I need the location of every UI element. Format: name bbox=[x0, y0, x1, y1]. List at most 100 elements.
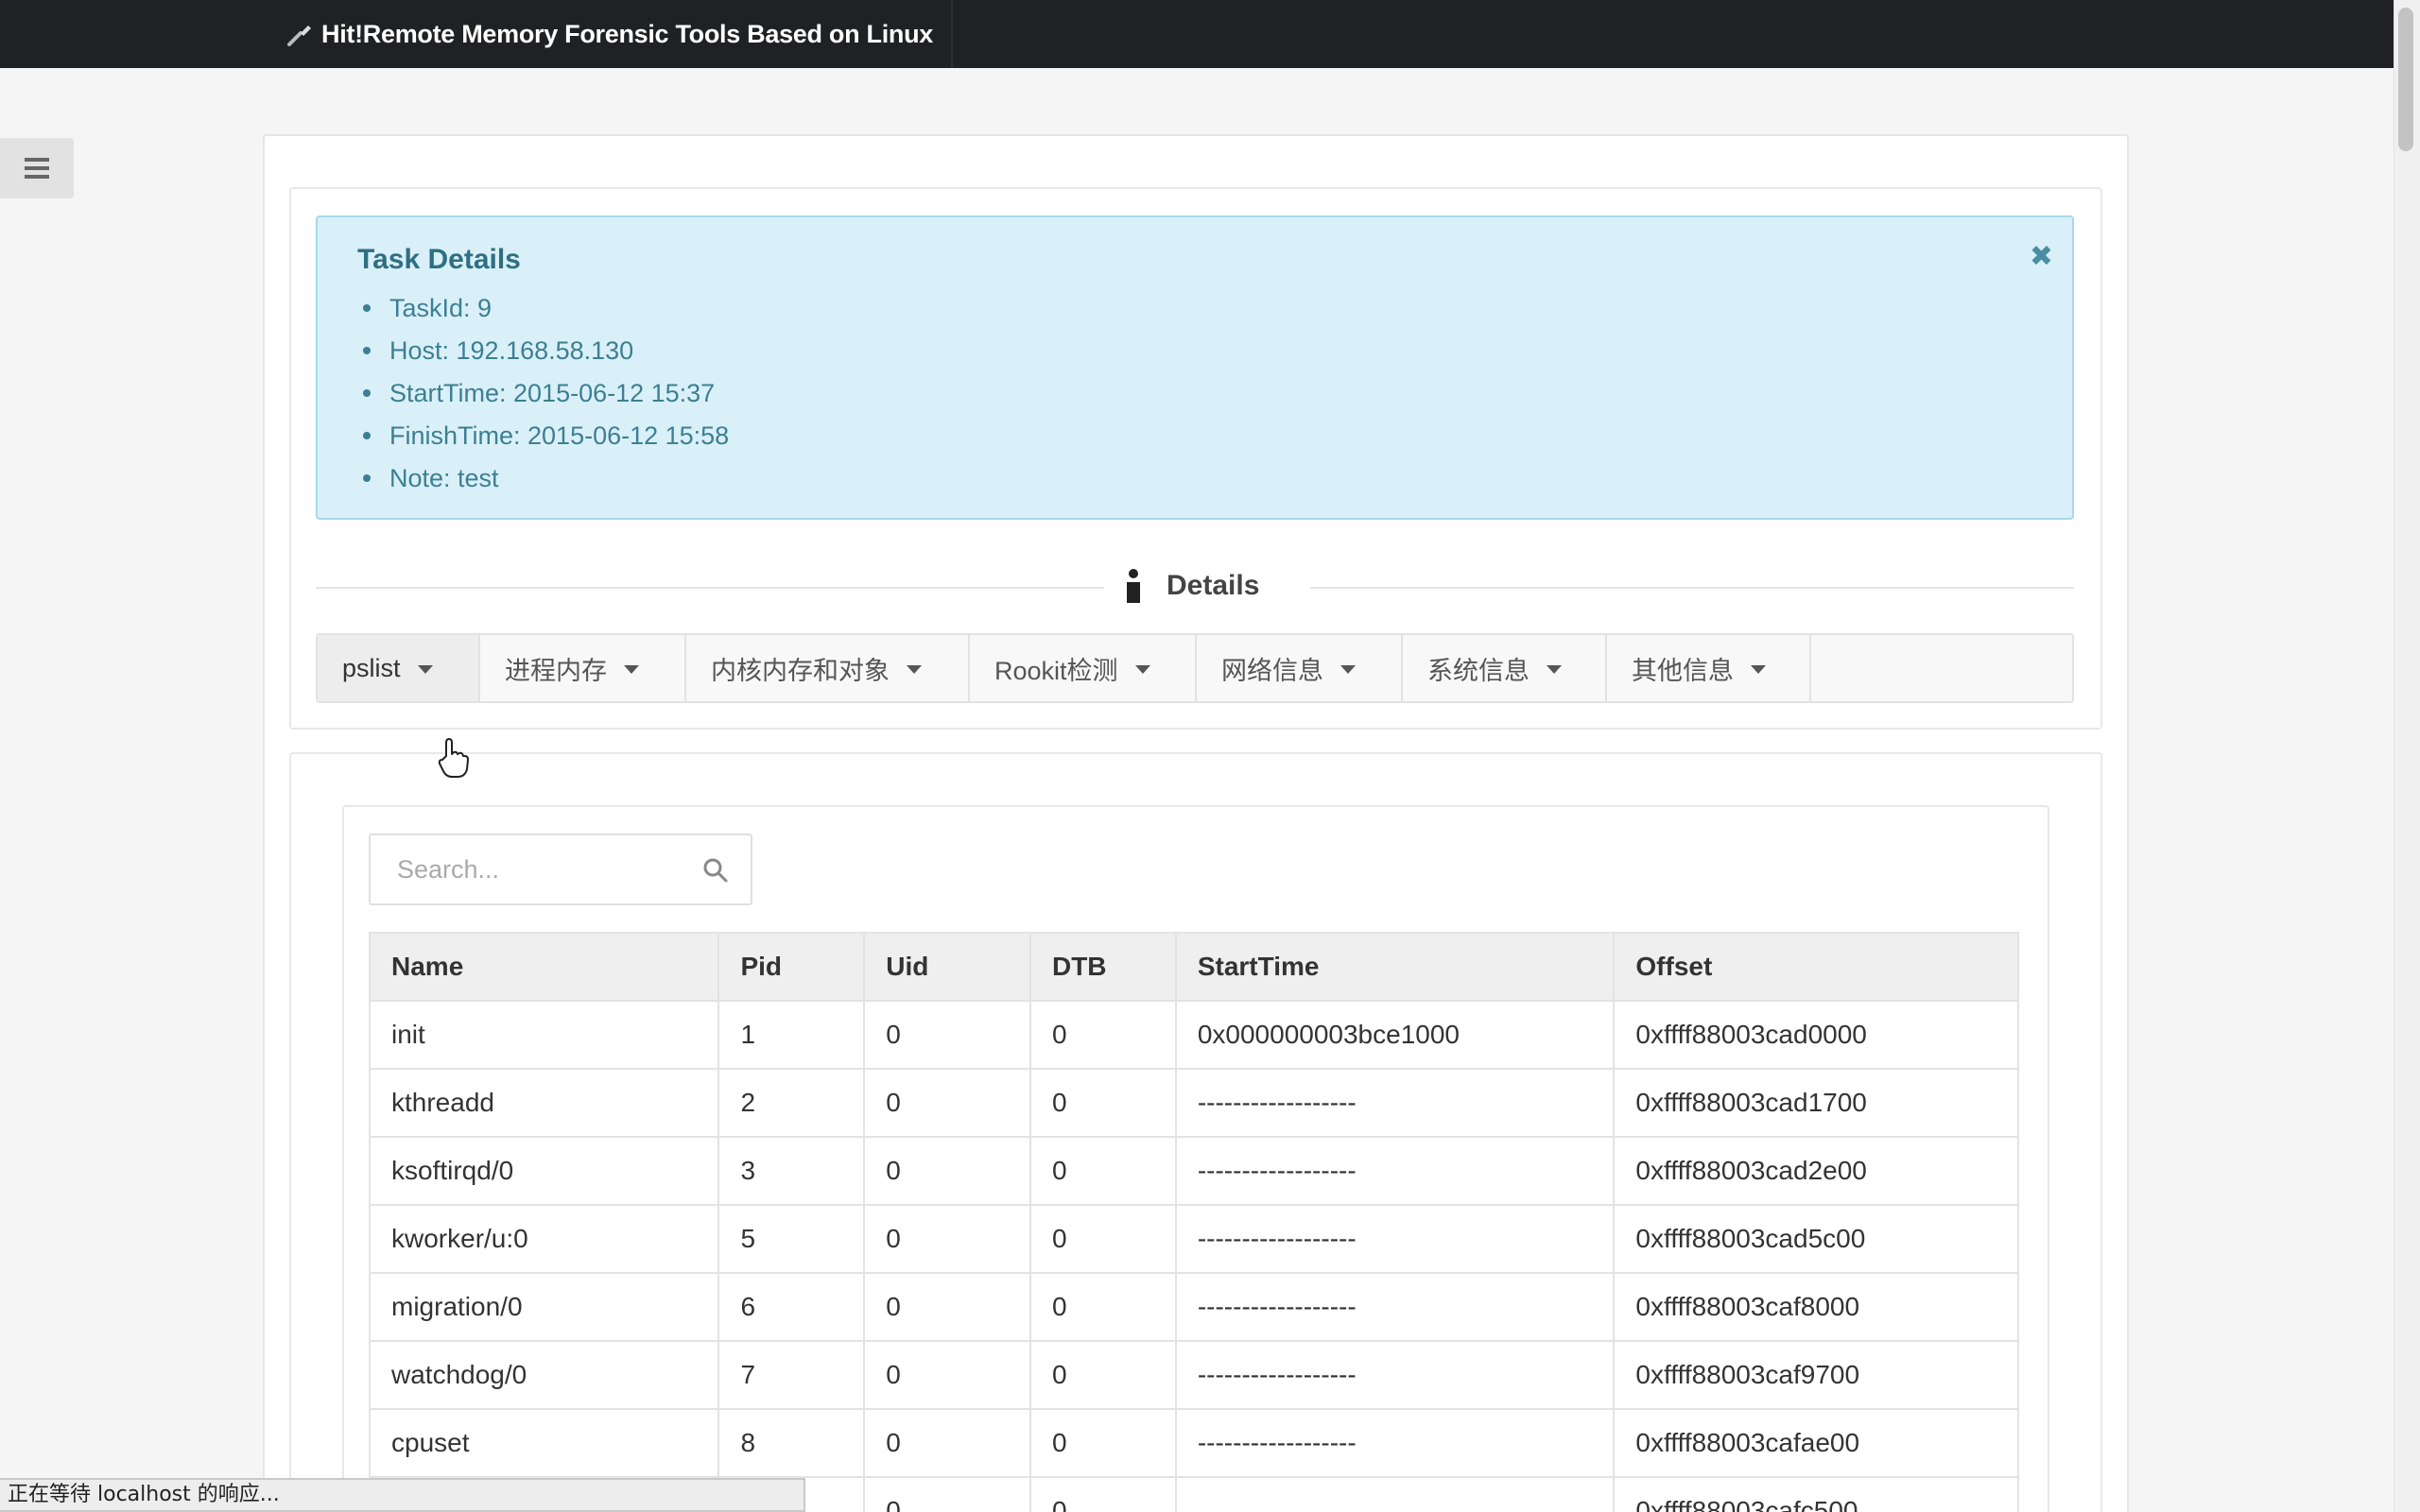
column-header-offset[interactable]: Offset bbox=[1613, 932, 2019, 1002]
tab-pslist[interactable]: pslist bbox=[318, 635, 480, 701]
task-note-item: Note: test bbox=[357, 461, 729, 504]
tab-rootkit-detection[interactable]: Rookit检测 bbox=[970, 635, 1197, 701]
cell-dtb: 0 bbox=[1028, 1136, 1177, 1206]
hand-pointer-icon bbox=[438, 738, 469, 778]
cell-offset: 0xffff88003cafae00 bbox=[1613, 1408, 2019, 1478]
cell-name: watchdog/0 bbox=[368, 1340, 720, 1410]
cell-dtb: 0 bbox=[1028, 1476, 1177, 1512]
caret-down-icon bbox=[907, 665, 922, 674]
cell-dtb: 0 bbox=[1028, 1204, 1177, 1274]
page-scrollbar-track[interactable] bbox=[2394, 0, 2420, 1512]
cell-pid: 6 bbox=[717, 1272, 866, 1342]
top-navbar: Hit!Remote Memory Forensic Tools Based o… bbox=[0, 0, 2394, 68]
column-header-uid[interactable]: Uid bbox=[863, 932, 1031, 1002]
cell-starttime: ------------------ bbox=[1174, 1204, 1616, 1274]
tab-process-memory[interactable]: 进程内存 bbox=[480, 635, 686, 701]
cell-starttime: ------------------ bbox=[1174, 1136, 1616, 1206]
cell-uid: 0 bbox=[863, 1476, 1031, 1512]
cell-offset: 0xffff88003cad2e00 bbox=[1613, 1136, 2019, 1206]
process-table: Name Pid Uid DTB StartTime Offset init 1… bbox=[368, 932, 2019, 1512]
column-header-pid[interactable]: Pid bbox=[717, 932, 866, 1002]
details-divider: Details bbox=[316, 567, 2074, 605]
tab-label: 进程内存 bbox=[505, 656, 607, 685]
cell-name: init bbox=[368, 1000, 720, 1070]
cell-pid: 1 bbox=[717, 1000, 866, 1070]
cell-offset: 0xffff88003caf8000 bbox=[1613, 1272, 2019, 1342]
cell-name: kworker/u:0 bbox=[368, 1204, 720, 1274]
task-details-list: TaskId: 9 Host: 192.168.58.130 StartTime… bbox=[357, 291, 729, 504]
info-icon bbox=[1125, 569, 1140, 603]
table-row[interactable]: migration/0 6 0 0 ------------------ 0xf… bbox=[368, 1272, 2019, 1342]
browser-status-bar: 正在等待 localhost 的响应... bbox=[0, 1478, 805, 1512]
cell-starttime bbox=[1174, 1476, 1616, 1512]
cell-pid: 7 bbox=[717, 1340, 866, 1410]
cell-starttime: ------------------ bbox=[1174, 1408, 1616, 1478]
cell-dtb: 0 bbox=[1028, 1408, 1177, 1478]
tab-network-info[interactable]: 网络信息 bbox=[1197, 635, 1403, 701]
cell-starttime: ------------------ bbox=[1174, 1272, 1616, 1342]
task-start-time-item: StartTime: 2015-06-12 15:37 bbox=[357, 376, 729, 419]
tab-label: 其他信息 bbox=[1632, 656, 1734, 685]
cell-dtb: 0 bbox=[1028, 1272, 1177, 1342]
tab-label: 系统信息 bbox=[1427, 656, 1530, 685]
hamburger-menu-icon bbox=[25, 158, 49, 179]
cell-dtb: 0 bbox=[1028, 1000, 1177, 1070]
search-input[interactable] bbox=[371, 835, 692, 903]
cell-starttime: ------------------ bbox=[1174, 1340, 1616, 1410]
cell-offset: 0xffff88003caf9700 bbox=[1613, 1340, 2019, 1410]
cell-pid: 3 bbox=[717, 1136, 866, 1206]
column-header-starttime[interactable]: StartTime bbox=[1174, 932, 1616, 1002]
cell-uid: 0 bbox=[863, 1068, 1031, 1138]
caret-down-icon bbox=[1547, 665, 1562, 674]
sidebar-toggle-button[interactable] bbox=[0, 138, 74, 198]
cell-pid: 5 bbox=[717, 1204, 866, 1274]
wrench-icon bbox=[287, 26, 311, 46]
details-label: Details bbox=[1167, 570, 1260, 601]
cell-pid: 2 bbox=[717, 1068, 866, 1138]
caret-down-icon bbox=[624, 665, 639, 674]
task-details-title: Task Details bbox=[357, 244, 521, 275]
task-id-item: TaskId: 9 bbox=[357, 291, 729, 334]
column-header-dtb[interactable]: DTB bbox=[1028, 932, 1177, 1002]
caret-down-icon bbox=[1751, 665, 1766, 674]
close-icon[interactable]: ✖ bbox=[2030, 240, 2053, 273]
table-row[interactable]: ksoftirqd/0 3 0 0 ------------------ 0xf… bbox=[368, 1136, 2019, 1206]
tab-label: 内核内存和对象 bbox=[711, 656, 890, 685]
caret-down-icon bbox=[417, 665, 433, 674]
divider-line-left bbox=[316, 587, 1104, 589]
cell-starttime: 0x000000003bce1000 bbox=[1174, 1000, 1616, 1070]
search-icon[interactable] bbox=[701, 856, 730, 885]
app-brand[interactable]: Hit!Remote Memory Forensic Tools Based o… bbox=[285, 0, 933, 68]
cell-uid: 0 bbox=[863, 1000, 1031, 1070]
app-title: Hit!Remote Memory Forensic Tools Based o… bbox=[321, 19, 933, 48]
cell-name: ksoftirqd/0 bbox=[368, 1136, 720, 1206]
navbar-divider bbox=[951, 0, 953, 68]
tab-label: Rookit检测 bbox=[994, 656, 1118, 685]
search-box bbox=[369, 833, 752, 905]
cell-offset: 0xffff88003cad1700 bbox=[1613, 1068, 2019, 1138]
table-row[interactable]: kworker/u:0 5 0 0 ------------------ 0xf… bbox=[368, 1204, 2019, 1274]
table-row[interactable]: init 1 0 0 0x000000003bce1000 0xffff8800… bbox=[368, 1000, 2019, 1070]
table-row[interactable]: cpuset 8 0 0 ------------------ 0xffff88… bbox=[368, 1408, 2019, 1478]
cell-offset: 0xffff88003cafc500 bbox=[1613, 1476, 2019, 1512]
task-host-item: Host: 192.168.58.130 bbox=[357, 334, 729, 376]
table-row[interactable]: kthreadd 2 0 0 ------------------ 0xffff… bbox=[368, 1068, 2019, 1138]
cell-pid: 8 bbox=[717, 1408, 866, 1478]
cell-offset: 0xffff88003cad0000 bbox=[1613, 1000, 2019, 1070]
details-heading: Details bbox=[1125, 567, 1259, 605]
cell-dtb: 0 bbox=[1028, 1340, 1177, 1410]
cell-uid: 0 bbox=[863, 1340, 1031, 1410]
tab-kernel-memory[interactable]: 内核内存和对象 bbox=[686, 635, 970, 701]
tab-system-info[interactable]: 系统信息 bbox=[1403, 635, 1607, 701]
plugin-tabbar: pslist 进程内存 内核内存和对象 Rookit检测 网络信息 系统信息 其… bbox=[316, 633, 2074, 703]
task-finish-time-item: FinishTime: 2015-06-12 15:58 bbox=[357, 419, 729, 461]
cell-uid: 0 bbox=[863, 1408, 1031, 1478]
tab-other-info[interactable]: 其他信息 bbox=[1607, 635, 1811, 701]
cell-name: cpuset bbox=[368, 1408, 720, 1478]
table-row[interactable]: watchdog/0 7 0 0 ------------------ 0xff… bbox=[368, 1340, 2019, 1410]
page-scrollbar-thumb[interactable] bbox=[2398, 8, 2413, 151]
cell-name: migration/0 bbox=[368, 1272, 720, 1342]
cell-uid: 0 bbox=[863, 1204, 1031, 1274]
column-header-name[interactable]: Name bbox=[368, 932, 720, 1002]
caret-down-icon bbox=[1134, 665, 1150, 674]
